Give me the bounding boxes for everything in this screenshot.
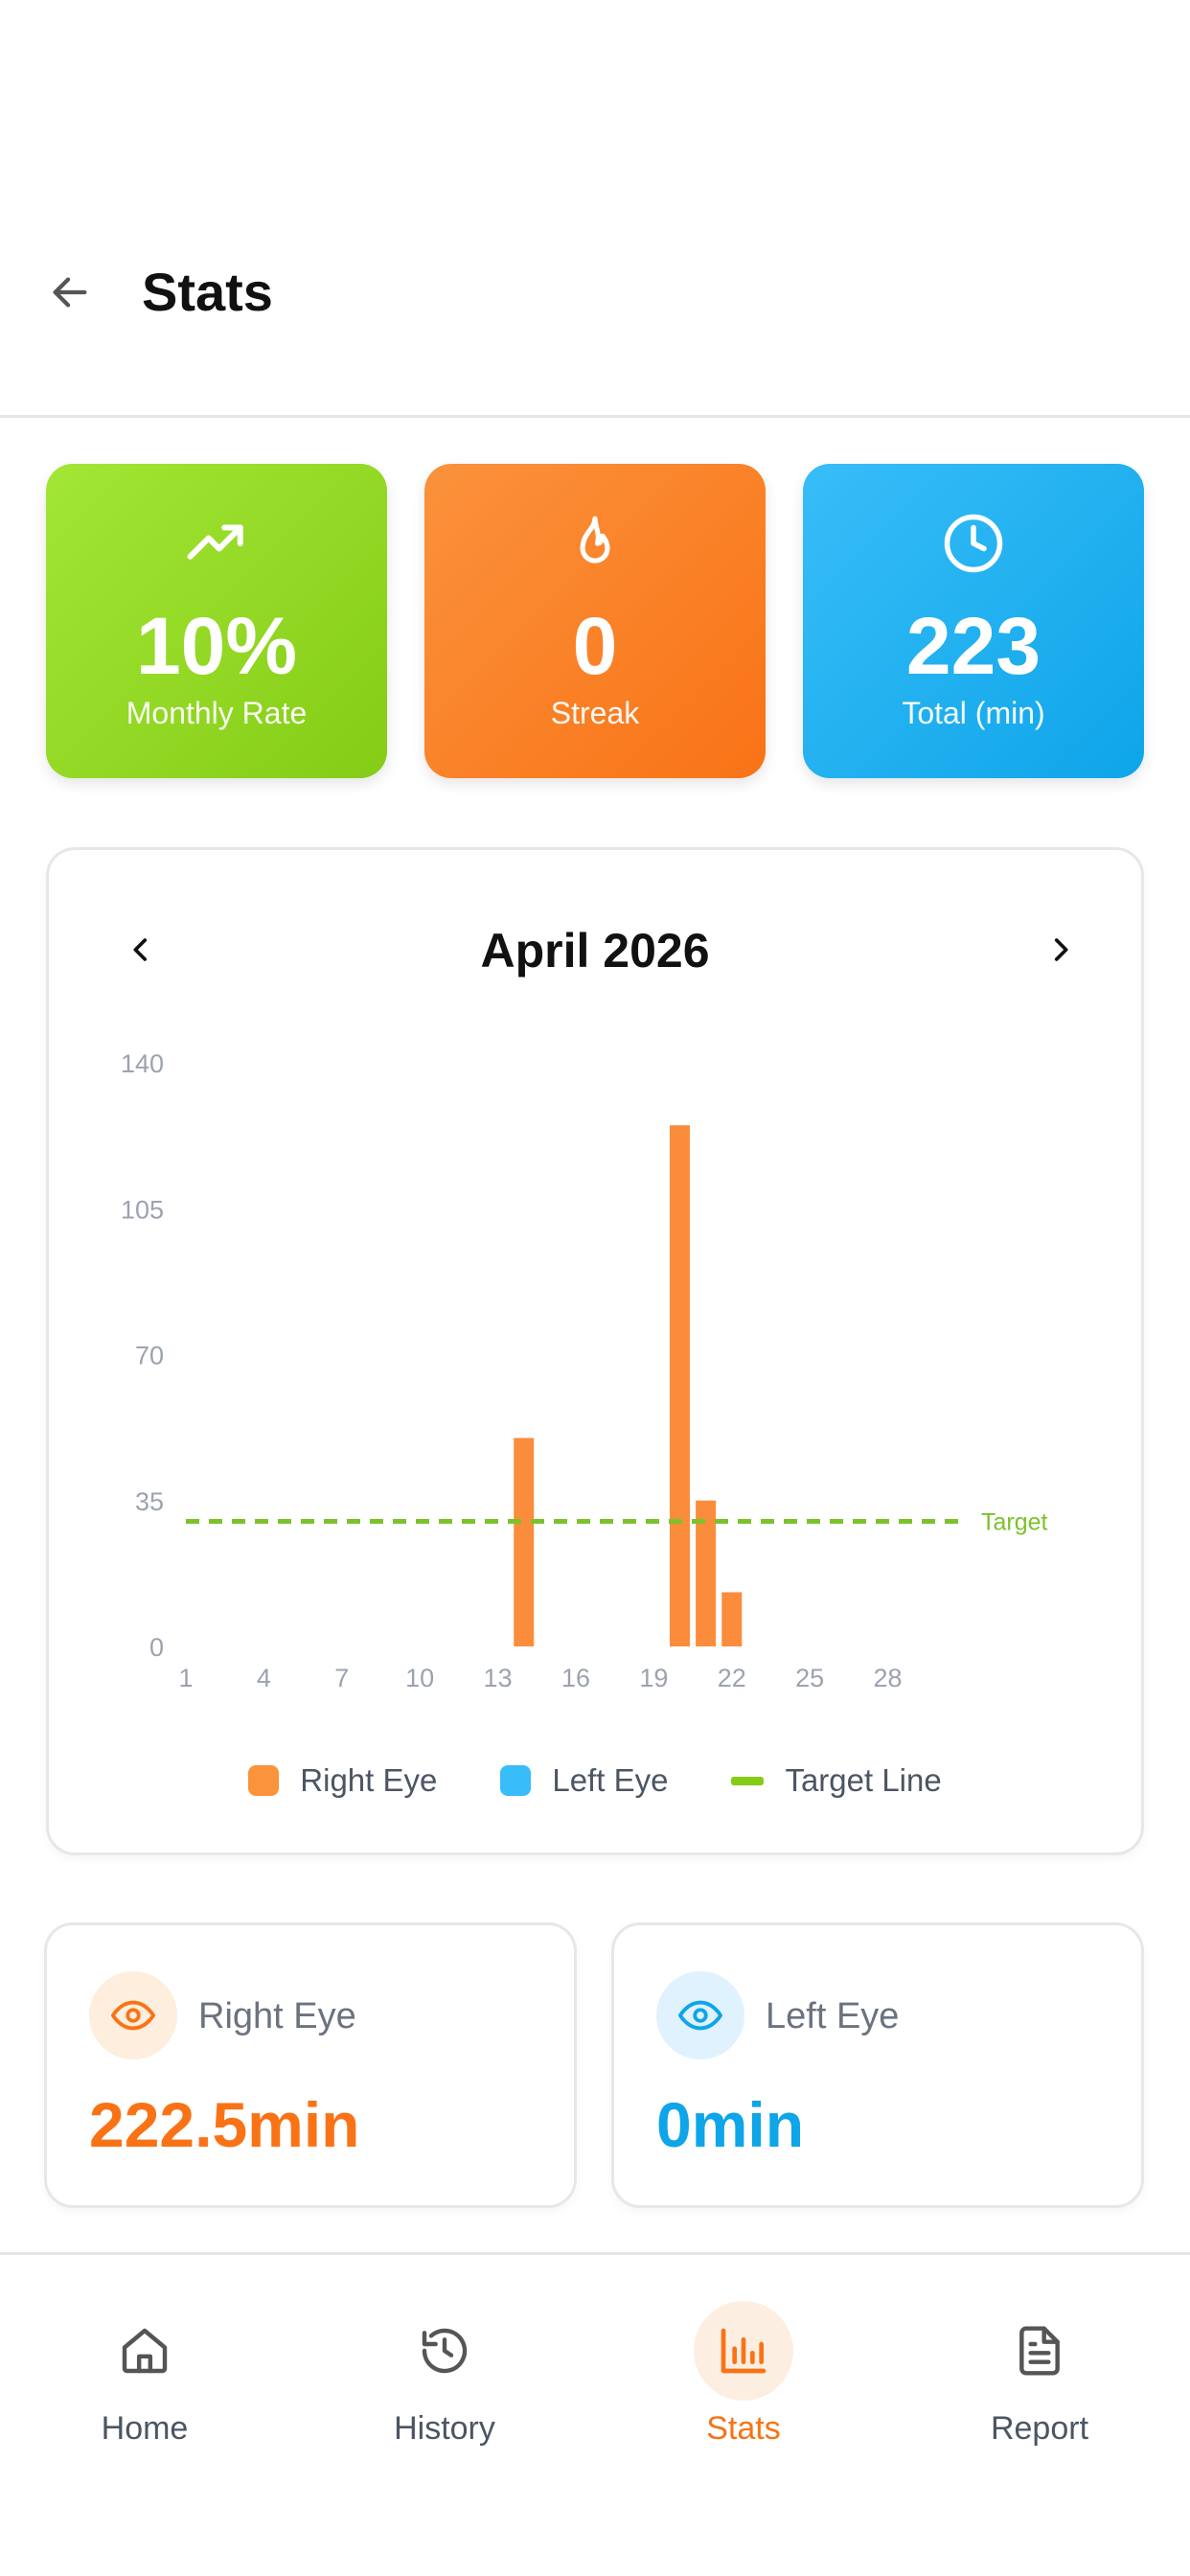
streak-card: 0 Streak (424, 464, 766, 778)
nav-report[interactable]: Report (934, 2301, 1145, 2448)
streak-value: 0 (572, 601, 618, 691)
monthly-rate-value: 10% (135, 601, 298, 691)
legend-label-left-eye: Left Eye (552, 1762, 669, 1798)
x-tick-label: 13 (484, 1664, 513, 1692)
y-tick-label: 35 (135, 1487, 164, 1516)
bottom-navigation: Home History Stats Report (0, 2252, 1190, 2576)
trending-up-icon (187, 524, 243, 560)
bar-right-eye (670, 1125, 691, 1646)
nav-home[interactable]: Home (39, 2301, 250, 2448)
bar-right-eye (514, 1438, 535, 1646)
x-tick-label: 4 (257, 1664, 271, 1692)
home-icon (122, 2328, 168, 2374)
streak-label: Streak (550, 696, 640, 730)
x-tick-label: 25 (795, 1664, 824, 1692)
x-tick-label: 22 (718, 1664, 746, 1692)
chart-legend: Right Eye Left Eye Target Line (49, 1762, 1141, 1799)
legend-label-target-line: Target Line (785, 1762, 942, 1798)
right-eye-label: Right Eye (198, 1996, 356, 2036)
nav-stats[interactable]: Stats (638, 2301, 849, 2448)
clock-icon (944, 514, 1003, 573)
eye-icon (678, 2000, 722, 2031)
total-minutes-value: 223 (905, 601, 1041, 691)
history-icon (422, 2328, 468, 2374)
left-eye-card: Left Eye 0min (611, 1922, 1144, 2208)
arrow-left-icon (53, 277, 87, 308)
nav-home-label: Home (101, 2410, 189, 2447)
report-icon (1019, 2326, 1060, 2376)
legend-swatch-right-eye (248, 1765, 280, 1796)
y-tick-label: 140 (121, 1049, 164, 1078)
x-tick-label: 28 (874, 1664, 903, 1692)
right-eye-icon-badge (89, 1971, 177, 2059)
legend-label-right-eye: Right Eye (300, 1762, 438, 1798)
nav-history[interactable]: History (339, 2301, 550, 2448)
x-tick-label: 19 (639, 1664, 668, 1692)
left-eye-label: Left Eye (766, 1996, 900, 2036)
nav-history-label: History (394, 2410, 495, 2447)
total-minutes-label: Total (min) (902, 696, 1045, 730)
y-tick-label: 70 (135, 1342, 164, 1370)
x-tick-label: 1 (178, 1664, 193, 1692)
header: Stats (0, 0, 1190, 418)
x-tick-label: 10 (405, 1664, 434, 1692)
monthly-chart-card: April 2026 0 35 70 105 140 1 4 7 10 13 16 19 22 25 28 T… (46, 847, 1144, 1855)
nav-report-label: Report (990, 2410, 1089, 2447)
x-tick-label: 16 (561, 1664, 590, 1692)
monthly-rate-card: 10% Monthly Rate (46, 464, 387, 778)
bar-chart: 0 35 70 105 140 1 4 7 10 13 16 19 22 25 28 Target (121, 1049, 1048, 1692)
total-minutes-card: 223 Total (min) (803, 464, 1144, 778)
back-button[interactable] (42, 264, 98, 320)
eye-icon (111, 2000, 155, 2031)
legend-swatch-left-eye (500, 1765, 532, 1796)
legend-swatch-target-line (731, 1776, 765, 1785)
nav-stats-label: Stats (706, 2410, 781, 2447)
legend-item-left-eye: Left Eye (500, 1762, 668, 1799)
left-eye-value: 0min (656, 2089, 805, 2160)
bar-right-eye (721, 1592, 743, 1646)
target-line-label: Target (981, 1509, 1048, 1536)
left-eye-icon-badge (656, 1971, 744, 2059)
y-tick-label: 105 (121, 1195, 164, 1224)
flame-icon (580, 516, 610, 564)
page-title: Stats (142, 262, 273, 322)
right-eye-value: 222.5min (89, 2089, 360, 2160)
legend-item-right-eye: Right Eye (248, 1762, 437, 1799)
right-eye-card: Right Eye 222.5min (44, 1922, 577, 2208)
y-tick-label: 0 (149, 1633, 164, 1662)
bar-chart-icon (721, 2328, 767, 2374)
legend-item-target-line: Target Line (731, 1762, 942, 1799)
x-tick-label: 7 (334, 1664, 349, 1692)
monthly-rate-label: Monthly Rate (126, 696, 308, 730)
